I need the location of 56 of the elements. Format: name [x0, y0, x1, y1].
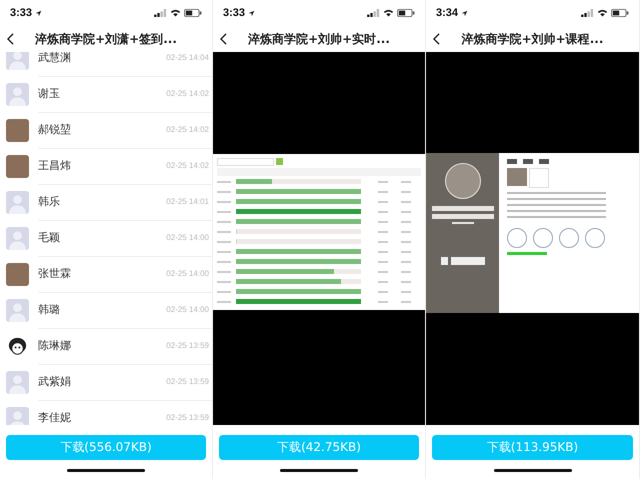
status-time: 3:33 [10, 7, 32, 19]
location-arrow-icon [461, 10, 468, 16]
back-button[interactable] [5, 31, 16, 47]
default-avatar-icon [6, 370, 29, 394]
sign-in-time: 02-25 14:02 [166, 161, 209, 170]
member-name: 武紫娟 [38, 374, 71, 389]
default-avatar-icon [6, 52, 29, 70]
member-name: 谢玉 [38, 86, 60, 101]
back-button[interactable] [431, 31, 442, 47]
sign-in-time: 02-25 14:02 [166, 89, 209, 98]
battery-icon [611, 9, 629, 17]
wifi-icon [597, 9, 608, 17]
avatar-photo-placeholder [6, 118, 29, 142]
back-button[interactable] [218, 31, 229, 47]
wifi-icon [170, 9, 181, 17]
page-title: 淬炼商学院+刘帅+课程... [460, 30, 604, 48]
battery-icon [397, 9, 415, 17]
default-avatar-icon [6, 82, 29, 106]
download-button[interactable]: 下载(42.75KB) [219, 434, 419, 460]
download-button[interactable]: 下载(113.95KB) [432, 434, 633, 460]
member-name: 武慧渊 [38, 52, 71, 65]
member-name: 韩乐 [38, 194, 60, 209]
member-name: 毛颖 [38, 230, 60, 245]
avatar-photo-placeholder [6, 262, 29, 286]
wifi-icon [383, 9, 394, 17]
member-name: 张世霖 [38, 266, 71, 281]
sign-in-time: 02-25 14:00 [166, 233, 209, 242]
sign-in-time: 02-25 13:59 [166, 413, 209, 422]
signal-icon [581, 9, 594, 17]
page-title: 淬炼商学院+刘潇+签到... [34, 30, 178, 48]
status-time: 3:33 [223, 7, 246, 19]
signal-icon [367, 9, 380, 17]
page-title: 淬炼商学院+刘帅+实时... [247, 30, 391, 48]
sign-in-time: 02-25 13:59 [166, 341, 209, 350]
sign-in-time: 02-25 14:00 [166, 305, 209, 314]
default-avatar-icon [6, 190, 29, 214]
default-avatar-icon [6, 406, 29, 425]
default-avatar-icon [6, 298, 29, 322]
avatar-photo-placeholder [6, 154, 29, 178]
status-time: 3:34 [436, 7, 458, 19]
sign-in-time: 02-25 13:59 [166, 377, 209, 386]
member-name: 韩璐 [38, 302, 60, 317]
sign-in-time: 02-25 14:04 [166, 53, 209, 62]
sign-in-time: 02-25 14:02 [166, 125, 209, 134]
sign-in-time: 02-25 14:00 [166, 269, 209, 278]
default-avatar-icon [6, 226, 29, 250]
member-name: 王昌炜 [38, 158, 71, 173]
member-name: 郝锐堃 [38, 122, 71, 137]
member-name: 李佳妮 [38, 410, 71, 425]
member-name: 陈琳娜 [38, 338, 71, 353]
location-arrow-icon [248, 10, 256, 16]
download-button[interactable]: 下载(556.07KB) [6, 434, 206, 460]
battery-icon [184, 9, 202, 17]
signal-icon [154, 9, 167, 17]
location-arrow-icon [35, 10, 42, 16]
sign-in-time: 02-25 14:01 [166, 197, 209, 206]
